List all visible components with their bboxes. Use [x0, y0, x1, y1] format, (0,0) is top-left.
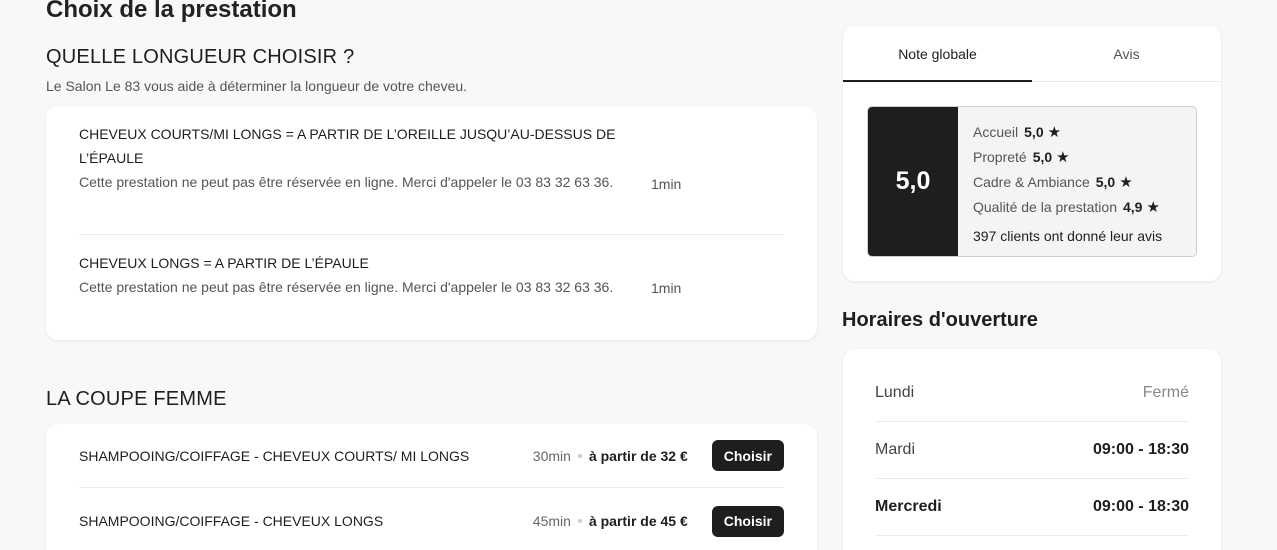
rating-item: Qualité de la prestation 4,9 ★: [973, 195, 1162, 220]
service-name: CHEVEUX LONGS = A PARTIR DE L’ÉPAULE: [79, 255, 369, 271]
service-name: SHAMPOOING/COIFFAGE - CHEVEUX LONGS: [79, 513, 384, 529]
choose-button[interactable]: Choisir: [711, 440, 784, 471]
overall-rating: 5,0: [868, 107, 958, 256]
rating-tabs: Note globale Avis: [843, 26, 1221, 82]
hours-time: Fermé: [1142, 384, 1189, 401]
info-services-card: CHEVEUX COURTS/MI LONGS = A PARTIR DE L’…: [46, 106, 817, 340]
service-duration: 1min: [651, 176, 682, 192]
hours-time: 09:00 - 18:30: [1092, 498, 1189, 515]
service-duration: 30min: [532, 447, 571, 464]
hours-row: Mardi 09:00 - 18:30: [875, 422, 1189, 479]
star-icon: ★: [1047, 124, 1062, 141]
service-item: CHEVEUX LONGS = A PARTIR DE L’ÉPAULE Cet…: [79, 251, 784, 299]
service-item: CHEVEUX COURTS/MI LONGS = A PARTIR DE L’…: [79, 122, 784, 235]
separator-dot: [577, 519, 582, 523]
page-title: Choix de la prestation: [46, 0, 297, 23]
tab-avis[interactable]: Avis: [1032, 26, 1221, 81]
review-count: 397 clients ont donné leur avis: [973, 228, 1163, 244]
service-description: Cette prestation ne peut pas être réserv…: [79, 174, 614, 190]
rating-summary: 5,0 Accueil 5,0 ★ Propreté 5,0 ★ Cadre & Amb…: [867, 106, 1197, 257]
service-price: à partir de 45 €: [588, 513, 688, 529]
rating-label: Propreté: [973, 149, 1027, 165]
hours-time: 09:00 - 18:30: [1092, 441, 1189, 458]
service-name: CHEVEUX COURTS/MI LONGS = A PARTIR DE L’…: [79, 126, 616, 166]
rating-label: Cadre & Ambiance: [973, 174, 1090, 190]
service-price: à partir de 32 €: [588, 447, 688, 464]
rating-item: Accueil 5,0 ★: [973, 120, 1162, 145]
rating-label: Qualité de la prestation: [973, 199, 1117, 215]
star-icon: ★: [1119, 174, 1133, 191]
rating-card: Note globale Avis 5,0 Accueil 5,0 ★ Propre…: [843, 26, 1221, 281]
tab-note-globale[interactable]: Note globale: [843, 26, 1032, 82]
hours-row: Lundi Fermé: [875, 365, 1189, 422]
rating-label: Accueil: [973, 124, 1019, 140]
hours-day: Mardi: [875, 441, 916, 458]
rating-item: Propreté 5,0 ★: [973, 145, 1162, 170]
section-title-coupe-femme: LA COUPE FEMME: [46, 388, 227, 410]
coupe-services-card: SHAMPOOING/COIFFAGE - CHEVEUX COURTS/ MI…: [46, 424, 817, 550]
service-duration: 1min: [651, 280, 682, 296]
rating-item: Cadre & Ambiance 5,0 ★: [973, 170, 1162, 195]
rating-value: 5,0: [1024, 124, 1044, 140]
hours-title: Horaires d'ouverture: [842, 309, 1038, 331]
separator-dot: [577, 453, 582, 458]
hours-day: Lundi: [875, 384, 915, 401]
hours-day: Mercredi: [875, 498, 942, 515]
star-icon: ★: [1146, 199, 1160, 216]
service-duration: 45min: [532, 513, 571, 529]
opening-hours-card: Lundi Fermé Mardi 09:00 - 18:30 Mercredi…: [843, 349, 1221, 550]
service-row: SHAMPOOING/COIFFAGE - CHEVEUX COURTS/ MI…: [79, 424, 784, 488]
hours-row-today: Mercredi 09:00 - 18:30: [875, 479, 1189, 536]
star-icon: ★: [1056, 149, 1070, 166]
service-row: SHAMPOOING/COIFFAGE - CHEVEUX LONGS 45mi…: [79, 489, 784, 550]
service-description: Cette prestation ne peut pas être réserv…: [79, 279, 614, 295]
section-title-longueur: QUELLE LONGUEUR CHOISIR ?: [46, 46, 355, 68]
section-subtitle: Le Salon Le 83 vous aide à déterminer la…: [46, 78, 468, 94]
rating-value: 5,0: [1095, 174, 1116, 190]
choose-button[interactable]: Choisir: [711, 505, 784, 537]
rating-value: 5,0: [1032, 149, 1053, 165]
rating-breakdown: Accueil 5,0 ★ Propreté 5,0 ★ Cadre & Ambianc…: [958, 107, 1162, 256]
rating-value: 4,9: [1122, 199, 1143, 215]
service-name: SHAMPOOING/COIFFAGE - CHEVEUX COURTS/ MI…: [79, 447, 470, 464]
